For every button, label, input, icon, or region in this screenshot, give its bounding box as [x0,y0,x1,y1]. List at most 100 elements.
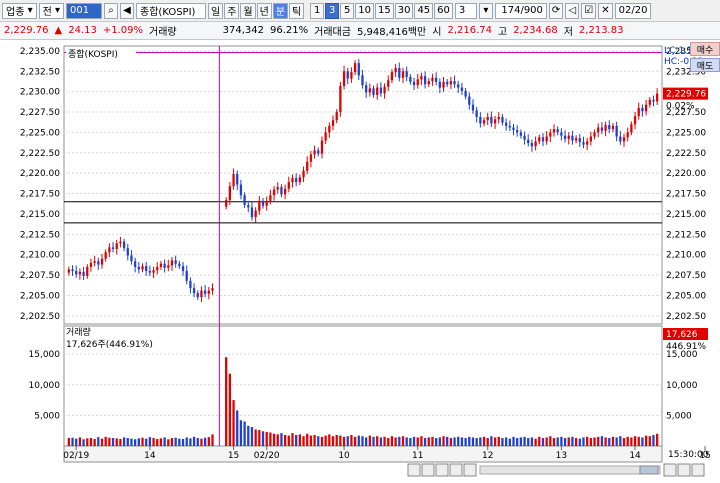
scrollbar-thumb[interactable] [639,465,659,475]
volume-bar [508,438,511,446]
volume-bar [464,438,467,446]
period-button[interactable]: 분 [272,2,289,19]
candle-body [232,173,235,187]
volume-bar [460,437,464,446]
candle-body [192,288,196,294]
candle-body [78,271,82,275]
price-panel-frame [63,45,663,325]
candle-body [563,135,567,139]
price-tick-label-left: 2,225.00 [20,128,60,138]
minute-button[interactable]: 30 [394,2,414,19]
volume-bar [471,437,475,446]
candle-body [394,68,397,73]
volume-bar [342,436,346,446]
sell-button[interactable]: 매도 [690,58,720,72]
volume-bar [82,439,85,446]
chart-scrollbar[interactable] [479,465,661,475]
period-button[interactable]: 일 [208,2,224,19]
volume-bar [516,438,519,446]
volume-bar [589,438,592,446]
volume-bar [626,436,629,446]
current-price: 2,229.76 [4,25,49,36]
minute-button[interactable]: 15 [374,2,394,19]
candle-body [200,290,203,298]
volume-bar [637,436,640,446]
custom-interval-input[interactable]: 3 [454,2,477,19]
amount-value: 5,948,416백만 [356,27,427,38]
candle-body [122,241,126,249]
price-tick-label-left: 2,230.00 [20,88,60,98]
checkbox-icon[interactable]: ☑ [581,2,597,19]
minute-button[interactable]: 5 [340,2,355,19]
candle-body [207,290,210,294]
candle-body [361,75,364,86]
candle-body [604,125,607,131]
candle-body [272,189,276,196]
volume-bar [490,436,493,446]
chevron-down-icon[interactable]: ▾ [478,2,493,19]
zoom-in-button[interactable] [663,463,677,477]
scroll-left-icon[interactable]: ◁ [565,2,580,19]
candle-body [152,270,155,273]
buy-button[interactable]: 매수 [690,42,720,56]
code-input[interactable]: 001 [66,2,103,19]
candle-body [211,288,214,291]
nav-prev-button[interactable] [421,463,435,477]
candle-body [519,132,523,136]
minute-button[interactable]: 3 [325,2,340,19]
period-button[interactable]: 틱 [289,2,305,19]
candle-body [571,135,574,141]
open-label: 시 [432,27,442,38]
nav-stop-button[interactable] [435,463,449,477]
candle-body [82,271,85,276]
candle-body [633,116,637,125]
count-field[interactable]: 174/900 [494,2,547,19]
nav-last-button[interactable] [463,463,477,477]
candle-body [287,182,290,189]
candle-body [115,243,118,249]
nav-first-button[interactable] [407,463,421,477]
candle-body [538,137,541,142]
search-icon[interactable]: ⌕ [104,2,119,19]
zoom-out-button[interactable] [677,463,691,477]
candle-body [239,184,243,196]
candle-body [512,127,515,130]
minute-button[interactable]: 10 [355,2,374,19]
type-label: 전 [42,7,52,18]
volume-label: 거래량 [149,27,177,38]
volume-bar [390,436,394,446]
candle-body [86,266,89,276]
refresh-icon[interactable]: ⟳ [548,2,564,19]
volume-bar [156,438,159,446]
price-volume-chart[interactable]: 2,202.50 2,202.50 2,205.00 2,205.00 2,207.50… [0,40,720,480]
minute-button[interactable]: 1 [310,2,325,19]
nav-next-button[interactable] [449,463,463,477]
market-select[interactable]: 업종 ▾ [2,2,37,19]
period-button[interactable]: 주 [224,2,240,19]
close-icon[interactable]: ✕ [598,2,613,19]
candle-body [353,63,357,73]
minute-button[interactable]: 45 [414,2,434,19]
minute-button[interactable]: 60 [434,2,453,19]
volume-bar [497,436,500,446]
date-field[interactable]: 02/20 [614,2,651,19]
candle-body [552,129,556,133]
name-field: 종합(KOSPI) [136,2,207,19]
period-button[interactable]: 월 [240,2,256,19]
period-button[interactable]: 년 [256,2,272,19]
volume-bar [401,436,405,446]
candle-body [283,188,287,195]
candle-body [471,104,475,111]
volume-bar [170,438,174,446]
candle-body [622,137,626,142]
price-tick-label-left: 2,215.00 [20,210,60,220]
candle-body [493,119,497,124]
volume-bar [597,436,600,446]
type-select[interactable]: 전 ▾ [38,2,65,19]
speaker-icon[interactable]: ◀ [120,2,135,19]
volume-bar [449,438,453,446]
candle-body [593,132,596,137]
settings-button[interactable] [691,463,705,477]
volume-bar [431,436,434,446]
price-panel-title: 종합(KOSPI) [68,49,118,60]
